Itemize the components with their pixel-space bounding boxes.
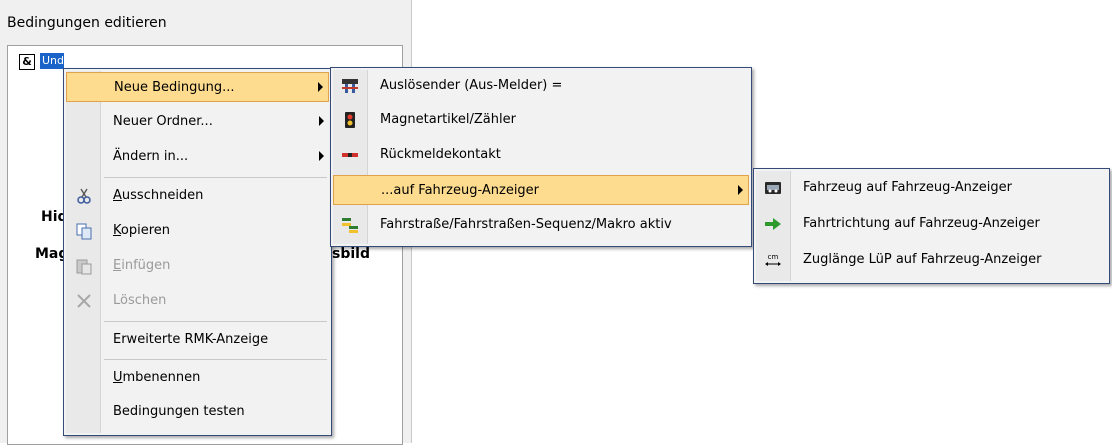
copy-icon	[76, 223, 92, 240]
menu-item-label: Ausschneiden	[113, 188, 204, 203]
and-icon[interactable]: &	[19, 54, 35, 70]
signal-sensor-icon	[342, 79, 358, 93]
chevron-right-icon	[318, 82, 323, 92]
menu-item-label: Fahrstraße/Fahrstraßen-Sequenz/Makro akt…	[380, 217, 672, 232]
menu-item-vehicle-on-display[interactable]: Fahrzeug auf Fahrzeug-Anzeiger	[756, 173, 1107, 203]
delete-icon	[77, 294, 91, 308]
menu-item-paste[interactable]: Einfügen	[66, 251, 329, 281]
submenu-conditions: Auslösender (Aus-Melder) = Magnetartikel…	[330, 67, 752, 247]
menu-item-label: Fahrzeug auf Fahrzeug-Anzeiger	[803, 180, 1012, 195]
vehicle-icon	[765, 182, 781, 194]
dialog-title: Bedingungen editieren	[7, 15, 167, 31]
traffic-light-icon	[345, 112, 355, 128]
menu-item-magnet-article[interactable]: Magnetartikel/Zähler	[333, 105, 749, 135]
chevron-right-icon	[738, 185, 743, 195]
feedback-contact-icon	[342, 153, 358, 157]
chevron-right-icon	[319, 151, 324, 161]
context-menu: Neue Bedingung... Neuer Ordner... Ändern…	[63, 68, 332, 436]
menu-item-rename[interactable]: Umbenennen	[66, 363, 329, 393]
scissors-icon	[77, 188, 91, 204]
menu-item-new-folder[interactable]: Neuer Ordner...	[66, 107, 329, 137]
svg-text:cm: cm	[768, 253, 779, 261]
menu-separator	[104, 359, 327, 360]
menu-separator	[104, 321, 327, 322]
menu-item-test-conditions[interactable]: Bedingungen testen	[66, 397, 329, 427]
menu-item-cut[interactable]: Ausschneiden	[66, 181, 329, 211]
menu-item-label: Magnetartikel/Zähler	[380, 112, 516, 127]
menu-item-label: Erweiterte RMK-Anzeige	[113, 332, 269, 347]
menu-item-label: Auslösender (Aus-Melder) =	[380, 78, 563, 93]
menu-item-label: Neue Bedingung...	[114, 80, 235, 95]
length-cm-icon: cm	[765, 253, 781, 266]
menu-item-label: Kopieren	[113, 223, 171, 238]
menu-item-delete[interactable]: Löschen	[66, 286, 329, 316]
menu-item-copy[interactable]: Kopieren	[66, 216, 329, 246]
menu-item-new-condition[interactable]: Neue Bedingung...	[66, 72, 329, 102]
menu-item-label: Fahrtrichtung auf Fahrzeug-Anzeiger	[803, 216, 1040, 231]
menu-item-change-to[interactable]: Ändern in...	[66, 142, 329, 172]
menu-item-extended-rmk[interactable]: Erweiterte RMK-Anzeige	[66, 325, 329, 355]
menu-separator	[104, 177, 327, 178]
menu-item-feedback-contact[interactable]: Rückmeldekontakt	[333, 140, 749, 170]
menu-item-triggering-sensor[interactable]: Auslösender (Aus-Melder) =	[333, 71, 749, 101]
menu-item-label: Löschen	[113, 293, 167, 308]
menu-item-vehicle-display[interactable]: ...auf Fahrzeug-Anzeiger	[333, 175, 749, 205]
menu-item-train-length-on-display[interactable]: cm Zuglänge LüP auf Fahrzeug-Anzeiger	[756, 245, 1107, 275]
menu-item-route-active[interactable]: Fahrstraße/Fahrstraßen-Sequenz/Makro akt…	[333, 210, 749, 240]
background-label-3: sbild	[332, 246, 370, 262]
menu-item-label: Umbenennen	[113, 370, 201, 385]
green-arrow-icon	[765, 218, 781, 230]
menu-item-direction-on-display[interactable]: Fahrtrichtung auf Fahrzeug-Anzeiger	[756, 209, 1107, 239]
route-icon	[342, 218, 358, 233]
tree-node-selected[interactable]: Und	[40, 53, 64, 69]
submenu-vehicle-display: Fahrzeug auf Fahrzeug-Anzeiger Fahrtrich…	[753, 168, 1110, 284]
menu-item-label: Einfügen	[113, 258, 171, 273]
menu-item-label: ...auf Fahrzeug-Anzeiger	[381, 183, 540, 198]
menu-item-label: Ändern in...	[113, 149, 189, 164]
menu-item-label: Neuer Ordner...	[113, 114, 213, 129]
menu-item-label: Zuglänge LüP auf Fahrzeug-Anzeiger	[803, 252, 1042, 267]
chevron-right-icon	[319, 116, 324, 126]
paste-icon	[76, 259, 92, 275]
menu-item-label: Bedingungen testen	[113, 404, 245, 419]
menu-item-label: Rückmeldekontakt	[380, 147, 501, 162]
